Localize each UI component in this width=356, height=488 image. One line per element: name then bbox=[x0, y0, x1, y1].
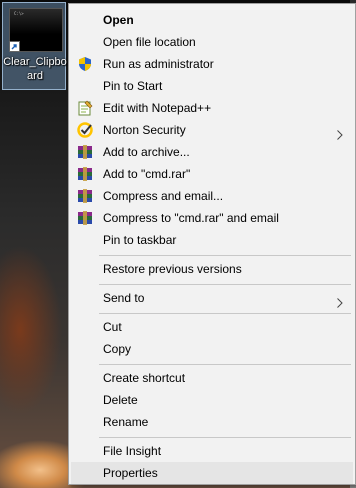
menu-item-label: Compress to "cmd.rar" and email bbox=[103, 211, 279, 225]
submenu-arrow-icon bbox=[337, 293, 343, 308]
shortcut-arrow-icon bbox=[9, 41, 20, 52]
menu-item-label: Edit with Notepad++ bbox=[103, 101, 212, 115]
menu-item-restore-previous-versions[interactable]: Restore previous versions bbox=[71, 258, 353, 280]
norton-checkmark-icon bbox=[77, 122, 93, 138]
menu-separator bbox=[99, 437, 351, 438]
desktop-shortcut-clear-clipboard[interactable]: C:\> Clear_Clipboard bbox=[2, 2, 67, 90]
menu-item-compress-and-email[interactable]: Compress and email... bbox=[71, 185, 353, 207]
menu-item-label: Add to "cmd.rar" bbox=[103, 167, 191, 181]
menu-item-rename[interactable]: Rename bbox=[71, 411, 353, 433]
menu-item-add-to-cmd-rar[interactable]: Add to "cmd.rar" bbox=[71, 163, 353, 185]
menu-item-label: Cut bbox=[103, 320, 122, 334]
menu-item-label: Pin to Start bbox=[103, 79, 163, 93]
menu-item-label: Copy bbox=[103, 342, 132, 356]
menu-item-label: File Insight bbox=[103, 444, 162, 458]
winrar-icon bbox=[77, 166, 93, 182]
menu-item-open[interactable]: Open bbox=[71, 9, 353, 31]
menu-item-cut[interactable]: Cut bbox=[71, 316, 353, 338]
menu-item-label: Open bbox=[103, 13, 134, 27]
menu-item-pin-to-start[interactable]: Pin to Start bbox=[71, 75, 353, 97]
thumbnail-text: C:\> bbox=[14, 11, 24, 16]
menu-item-label: Add to archive... bbox=[103, 145, 190, 159]
menu-item-send-to[interactable]: Send to bbox=[71, 287, 353, 309]
menu-item-label: Compress and email... bbox=[103, 189, 224, 203]
menu-item-delete[interactable]: Delete bbox=[71, 389, 353, 411]
menu-item-pin-to-taskbar[interactable]: Pin to taskbar bbox=[71, 229, 353, 251]
menu-item-label: Pin to taskbar bbox=[103, 233, 177, 247]
menu-item-run-as-administrator[interactable]: Run as administrator bbox=[71, 53, 353, 75]
winrar-icon bbox=[77, 188, 93, 204]
menu-item-open-file-location[interactable]: Open file location bbox=[71, 31, 353, 53]
menu-item-label: Create shortcut bbox=[103, 371, 186, 385]
menu-item-label: Properties bbox=[103, 466, 158, 480]
menu-item-label: Run as administrator bbox=[103, 57, 214, 71]
submenu-arrow-icon bbox=[337, 125, 343, 140]
context-menu: Open Open file location Run as administr… bbox=[68, 3, 356, 485]
menu-separator bbox=[99, 255, 351, 256]
menu-item-label: Send to bbox=[103, 291, 145, 305]
menu-item-create-shortcut[interactable]: Create shortcut bbox=[71, 367, 353, 389]
winrar-icon bbox=[77, 144, 93, 160]
notepad-plus-plus-icon bbox=[77, 100, 93, 116]
menu-item-compress-to-cmd-rar-and-email[interactable]: Compress to "cmd.rar" and email bbox=[71, 207, 353, 229]
menu-item-add-to-archive[interactable]: Add to archive... bbox=[71, 141, 353, 163]
menu-item-label: Delete bbox=[103, 393, 138, 407]
menu-item-properties[interactable]: Properties bbox=[71, 462, 353, 484]
menu-item-label: Open file location bbox=[103, 35, 196, 49]
menu-item-label: Restore previous versions bbox=[103, 262, 242, 276]
uac-shield-icon bbox=[77, 56, 93, 72]
menu-item-label: Norton Security bbox=[103, 123, 186, 137]
menu-item-edit-with-notepad[interactable]: Edit with Notepad++ bbox=[71, 97, 353, 119]
menu-separator bbox=[99, 284, 351, 285]
menu-item-copy[interactable]: Copy bbox=[71, 338, 353, 360]
menu-item-file-insight[interactable]: File Insight bbox=[71, 440, 353, 462]
menu-item-norton-security[interactable]: Norton Security bbox=[71, 119, 353, 141]
winrar-icon bbox=[77, 210, 93, 226]
shortcut-label: Clear_Clipboard bbox=[3, 56, 67, 82]
menu-separator bbox=[99, 313, 351, 314]
menu-separator bbox=[99, 364, 351, 365]
menu-item-label: Rename bbox=[103, 415, 149, 429]
